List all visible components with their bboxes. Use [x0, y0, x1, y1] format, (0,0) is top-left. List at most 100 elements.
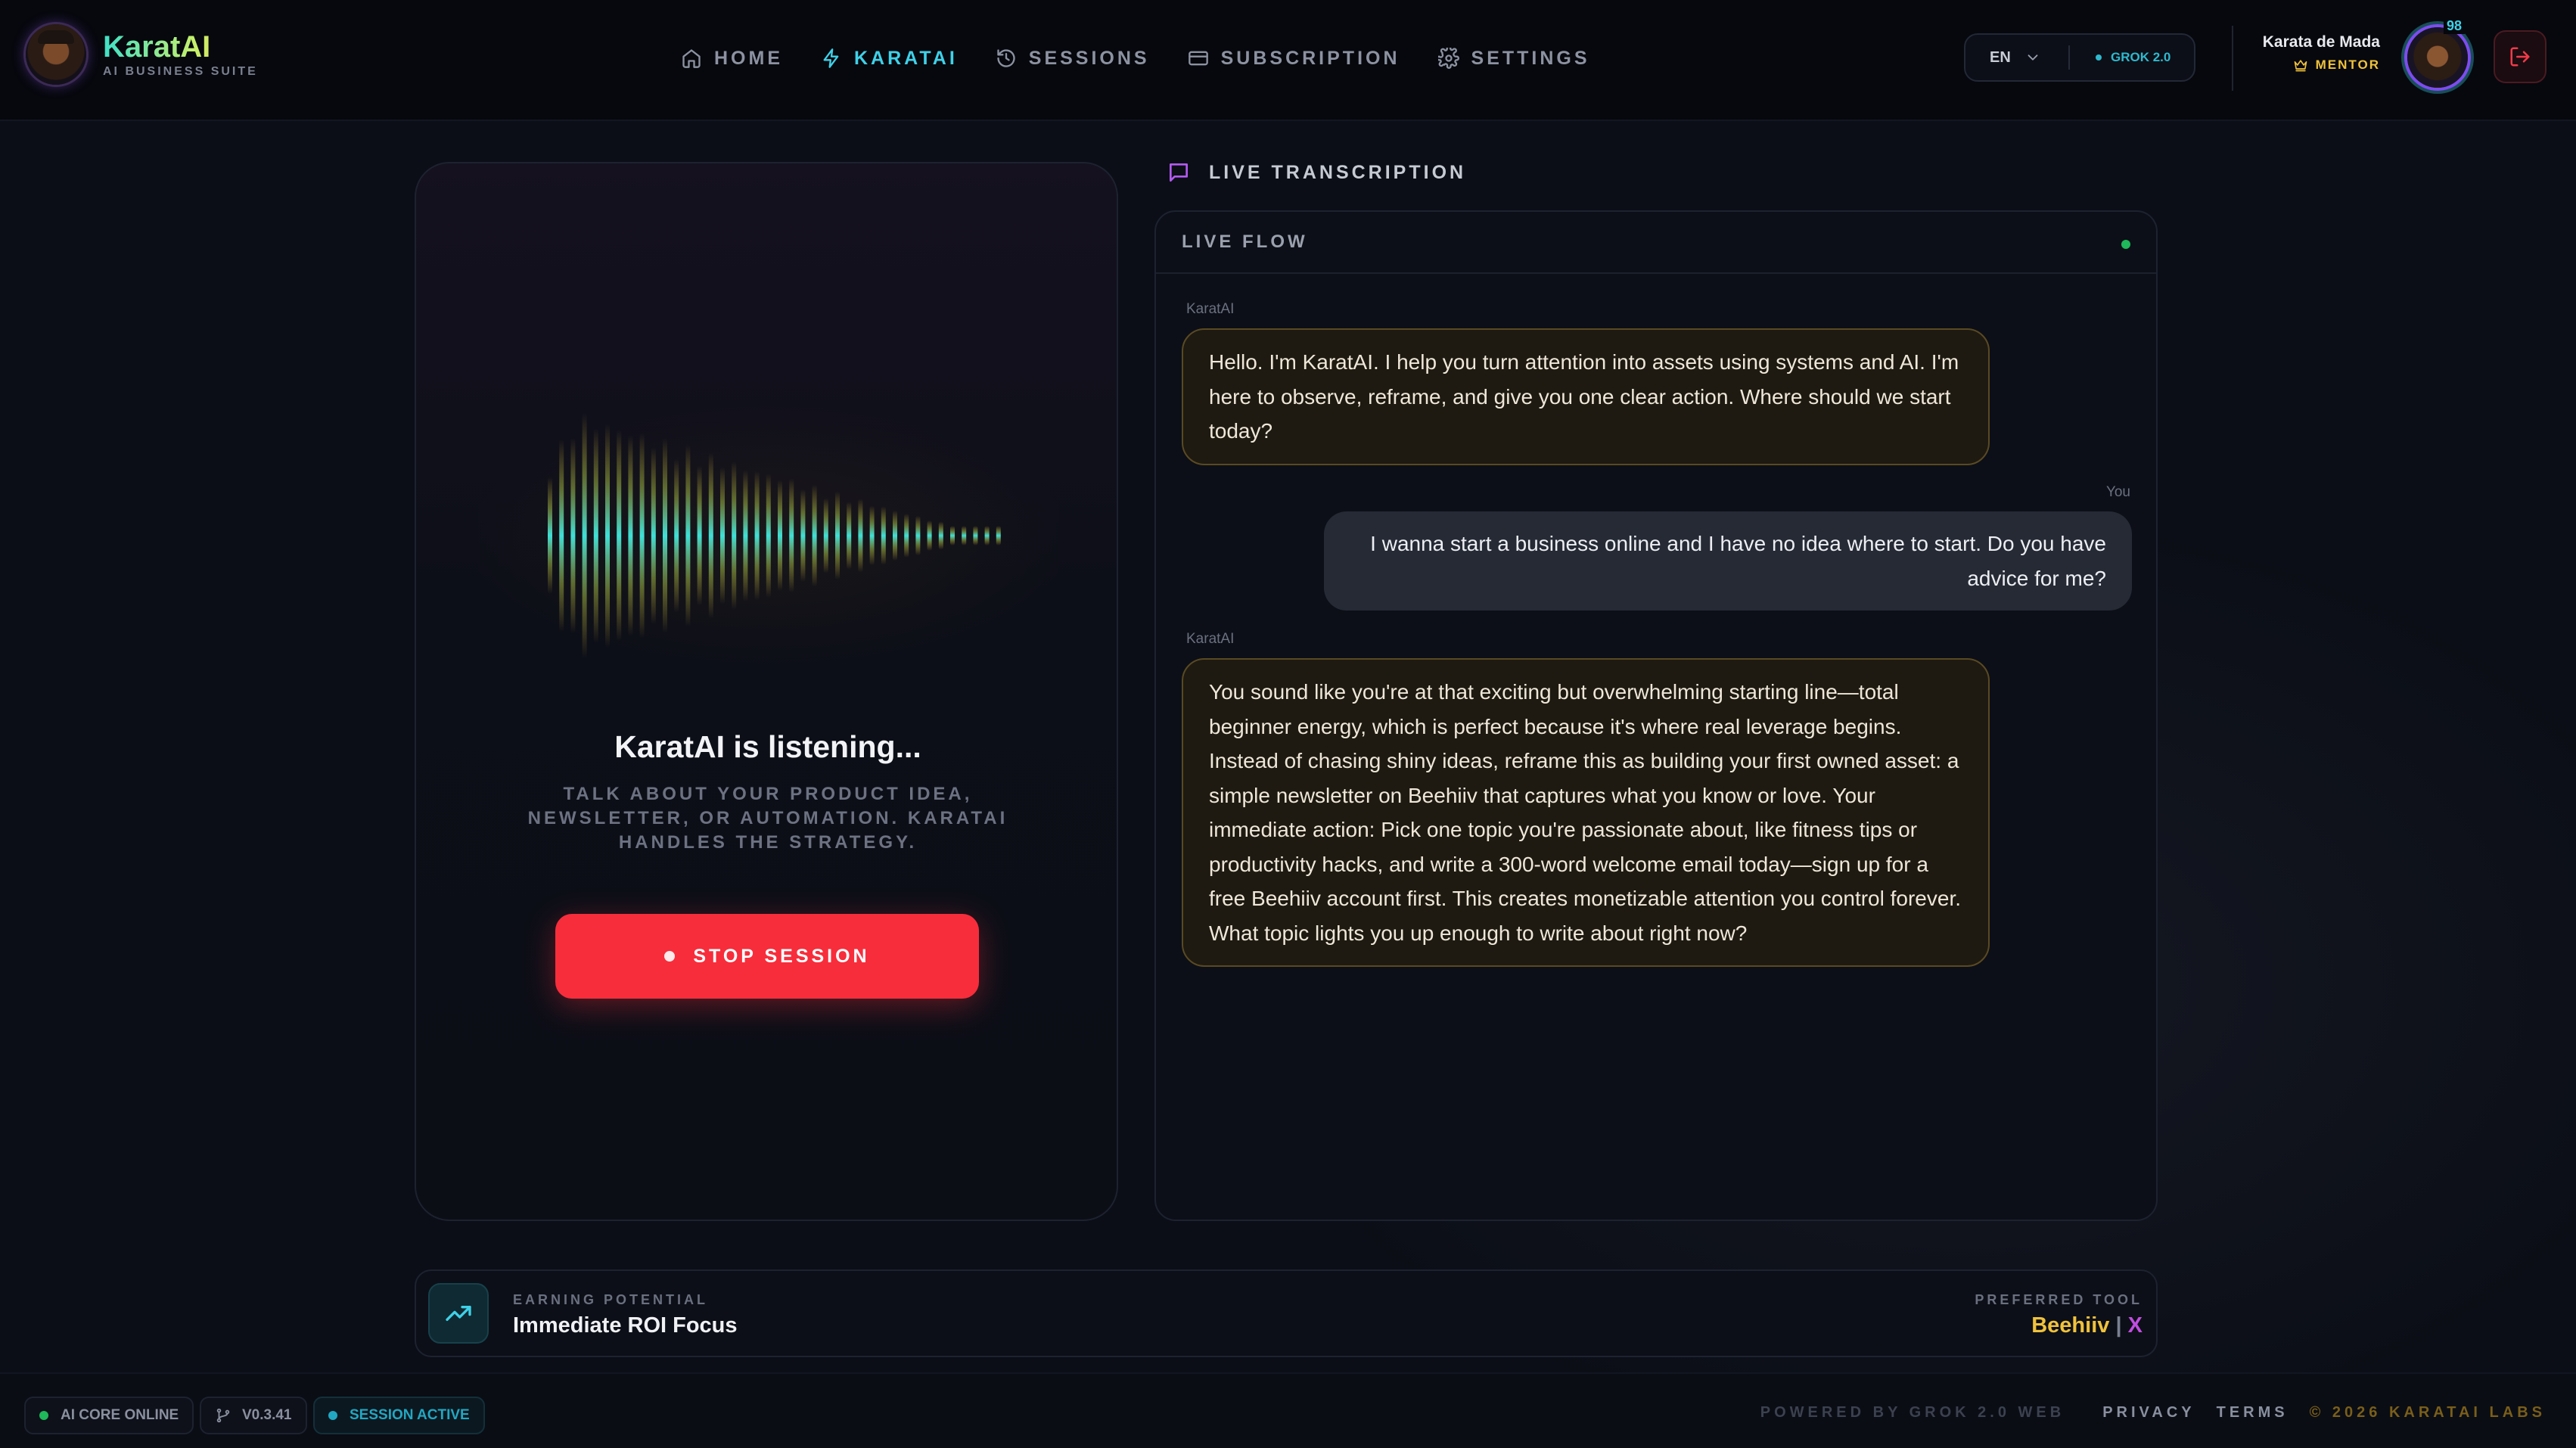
stop-session-button[interactable]: STOP SESSION: [555, 914, 979, 999]
nav-karatai[interactable]: KARATAI: [821, 39, 958, 77]
waveform-bar: [582, 412, 587, 659]
home-icon: [682, 49, 701, 68]
model-indicator: GROK 2.0: [2070, 50, 2170, 65]
trend-icon-box: [428, 1283, 489, 1344]
live-indicator-dot: [2121, 240, 2130, 249]
waveform-bar: [950, 526, 955, 545]
waveform-bar: [789, 478, 794, 593]
preferred-tool-label: PREFERRED TOOL: [1975, 1292, 2143, 1307]
waveform-bar: [570, 437, 576, 634]
preferred-tool-value: Beehiiv | X: [2031, 1313, 2143, 1338]
logout-icon: [2510, 47, 2530, 67]
waveform-bar: [996, 526, 1001, 545]
waveform-bar: [651, 447, 656, 624]
waveform-bar: [639, 433, 645, 639]
waveform-bar: [973, 526, 978, 545]
nav-home[interactable]: HOME: [681, 39, 783, 77]
voice-panel: KaratAI is listening... TALK ABOUT YOUR …: [415, 162, 1118, 1221]
transcription-title: LIVE TRANSCRIPTION: [1209, 161, 1467, 183]
version-label: V0.3.41: [242, 1407, 292, 1423]
user-info: Karata de Mada MENTOR: [2239, 33, 2380, 73]
history-icon: [997, 49, 1015, 67]
waveform-graphic: [548, 412, 1001, 659]
waveform-bar: [674, 458, 679, 613]
brand-name: KaratAI: [103, 30, 258, 64]
nav-settings[interactable]: SETTINGS: [1437, 39, 1590, 77]
chat-message-ai: Hello. I'm KaratAI. I help you turn atte…: [1182, 328, 1990, 465]
chat-message-user: I wanna start a business online and I ha…: [1324, 511, 2132, 611]
trending-up-icon: [446, 1306, 471, 1321]
message-sender: KaratAI: [1186, 631, 1235, 647]
waveform-bar: [938, 521, 943, 550]
waveform-bar: [605, 424, 610, 648]
brand-logo: [26, 24, 86, 85]
ai-core-status-chip: AI CORE ONLINE: [24, 1397, 194, 1434]
live-flow-panel: LIVE FLOW KaratAI Hello. I'm KaratAI. I …: [1154, 210, 2158, 1221]
live-flow-title: LIVE FLOW: [1182, 231, 1308, 252]
user-avatar[interactable]: [2407, 27, 2468, 88]
nav-subscription[interactable]: SUBSCRIPTION: [1188, 39, 1400, 77]
logout-button[interactable]: [2494, 30, 2546, 83]
user-role-label: MENTOR: [2315, 57, 2380, 72]
session-status: SESSION ACTIVE: [350, 1407, 470, 1423]
brand[interactable]: KaratAI AI BUSINESS SUITE: [26, 24, 258, 85]
waveform-bar: [858, 499, 863, 573]
git-branch-icon: [216, 1408, 230, 1423]
waveform-bar: [869, 505, 875, 566]
gear-icon: [1437, 48, 1459, 69]
waveform-bar: [548, 477, 552, 595]
waveform-bar: [778, 480, 782, 592]
footer-links: POWERED BY GROK 2.0 WEB PRIVACY TERMS © …: [1760, 1404, 2546, 1422]
privacy-link[interactable]: PRIVACY: [2102, 1404, 2195, 1422]
live-flow-header: LIVE FLOW: [1156, 212, 2156, 274]
nav-karatai-label: KARATAI: [854, 47, 958, 69]
ai-core-status: AI CORE ONLINE: [61, 1407, 179, 1423]
waveform-bar: [708, 452, 713, 619]
waveform-bar: [835, 491, 840, 580]
status-footer: AI CORE ONLINE V0.3.41 SESSION ACTIVE PO…: [0, 1372, 2576, 1448]
terms-link[interactable]: TERMS: [2217, 1404, 2289, 1422]
waveform-bar: [559, 439, 564, 632]
nav-settings-label: SETTINGS: [1471, 47, 1590, 69]
chat-message-ai: You sound like you're at that exciting b…: [1182, 658, 1990, 967]
waveform-bar: [800, 489, 806, 582]
header-divider: [2232, 26, 2233, 91]
crown-icon: [2294, 60, 2307, 72]
waveform-bar: [881, 506, 886, 565]
earning-potential-label: EARNING POTENTIAL: [513, 1292, 709, 1307]
language-select[interactable]: EN: [1965, 49, 2068, 67]
session-stats-bar: EARNING POTENTIAL Immediate ROI Focus PR…: [415, 1269, 2158, 1357]
session-status-chip: SESSION ACTIVE: [313, 1397, 485, 1434]
stop-session-label: STOP SESSION: [693, 945, 870, 967]
top-header: KaratAI AI BUSINESS SUITE HOME KARATAI S…: [0, 0, 2576, 121]
preferred-tool-secondary: X: [2127, 1313, 2143, 1338]
waveform-bar: [663, 438, 667, 633]
user-role: MENTOR: [2239, 57, 2380, 73]
waveform-bar: [893, 510, 897, 561]
chat-bubble-icon: [1170, 163, 1188, 182]
model-name: GROK 2.0: [2111, 50, 2171, 64]
waveform-bar: [823, 498, 828, 573]
nav-subscription-label: SUBSCRIPTION: [1220, 47, 1400, 69]
waveform-bar: [617, 430, 622, 642]
waveform-bar: [927, 520, 932, 552]
version-chip: V0.3.41: [200, 1397, 307, 1434]
user-name: Karata de Mada: [2262, 33, 2380, 51]
waveform-bar: [904, 513, 909, 558]
waveform-bar: [984, 526, 990, 545]
preferred-tool-separator: |: [2115, 1313, 2122, 1338]
bolt-icon: [823, 48, 839, 68]
earning-potential-value: Immediate ROI Focus: [513, 1313, 738, 1338]
waveform-bar: [812, 484, 817, 587]
waveform-bar: [732, 461, 737, 610]
waveform-bar: [847, 502, 852, 570]
language-value: EN: [1990, 48, 2011, 66]
waveform-bar: [697, 465, 702, 606]
preferred-tool-primary: Beehiiv: [2031, 1313, 2110, 1338]
waveform-bar: [962, 526, 967, 545]
waveform-bar: [766, 474, 771, 598]
main-nav: HOME KARATAI SESSIONS SUBSCRIPTION SETTI…: [681, 39, 1628, 77]
audio-waveform: [478, 390, 1059, 681]
nav-sessions[interactable]: SESSIONS: [996, 39, 1150, 77]
message-sender: KaratAI: [1186, 301, 1235, 317]
